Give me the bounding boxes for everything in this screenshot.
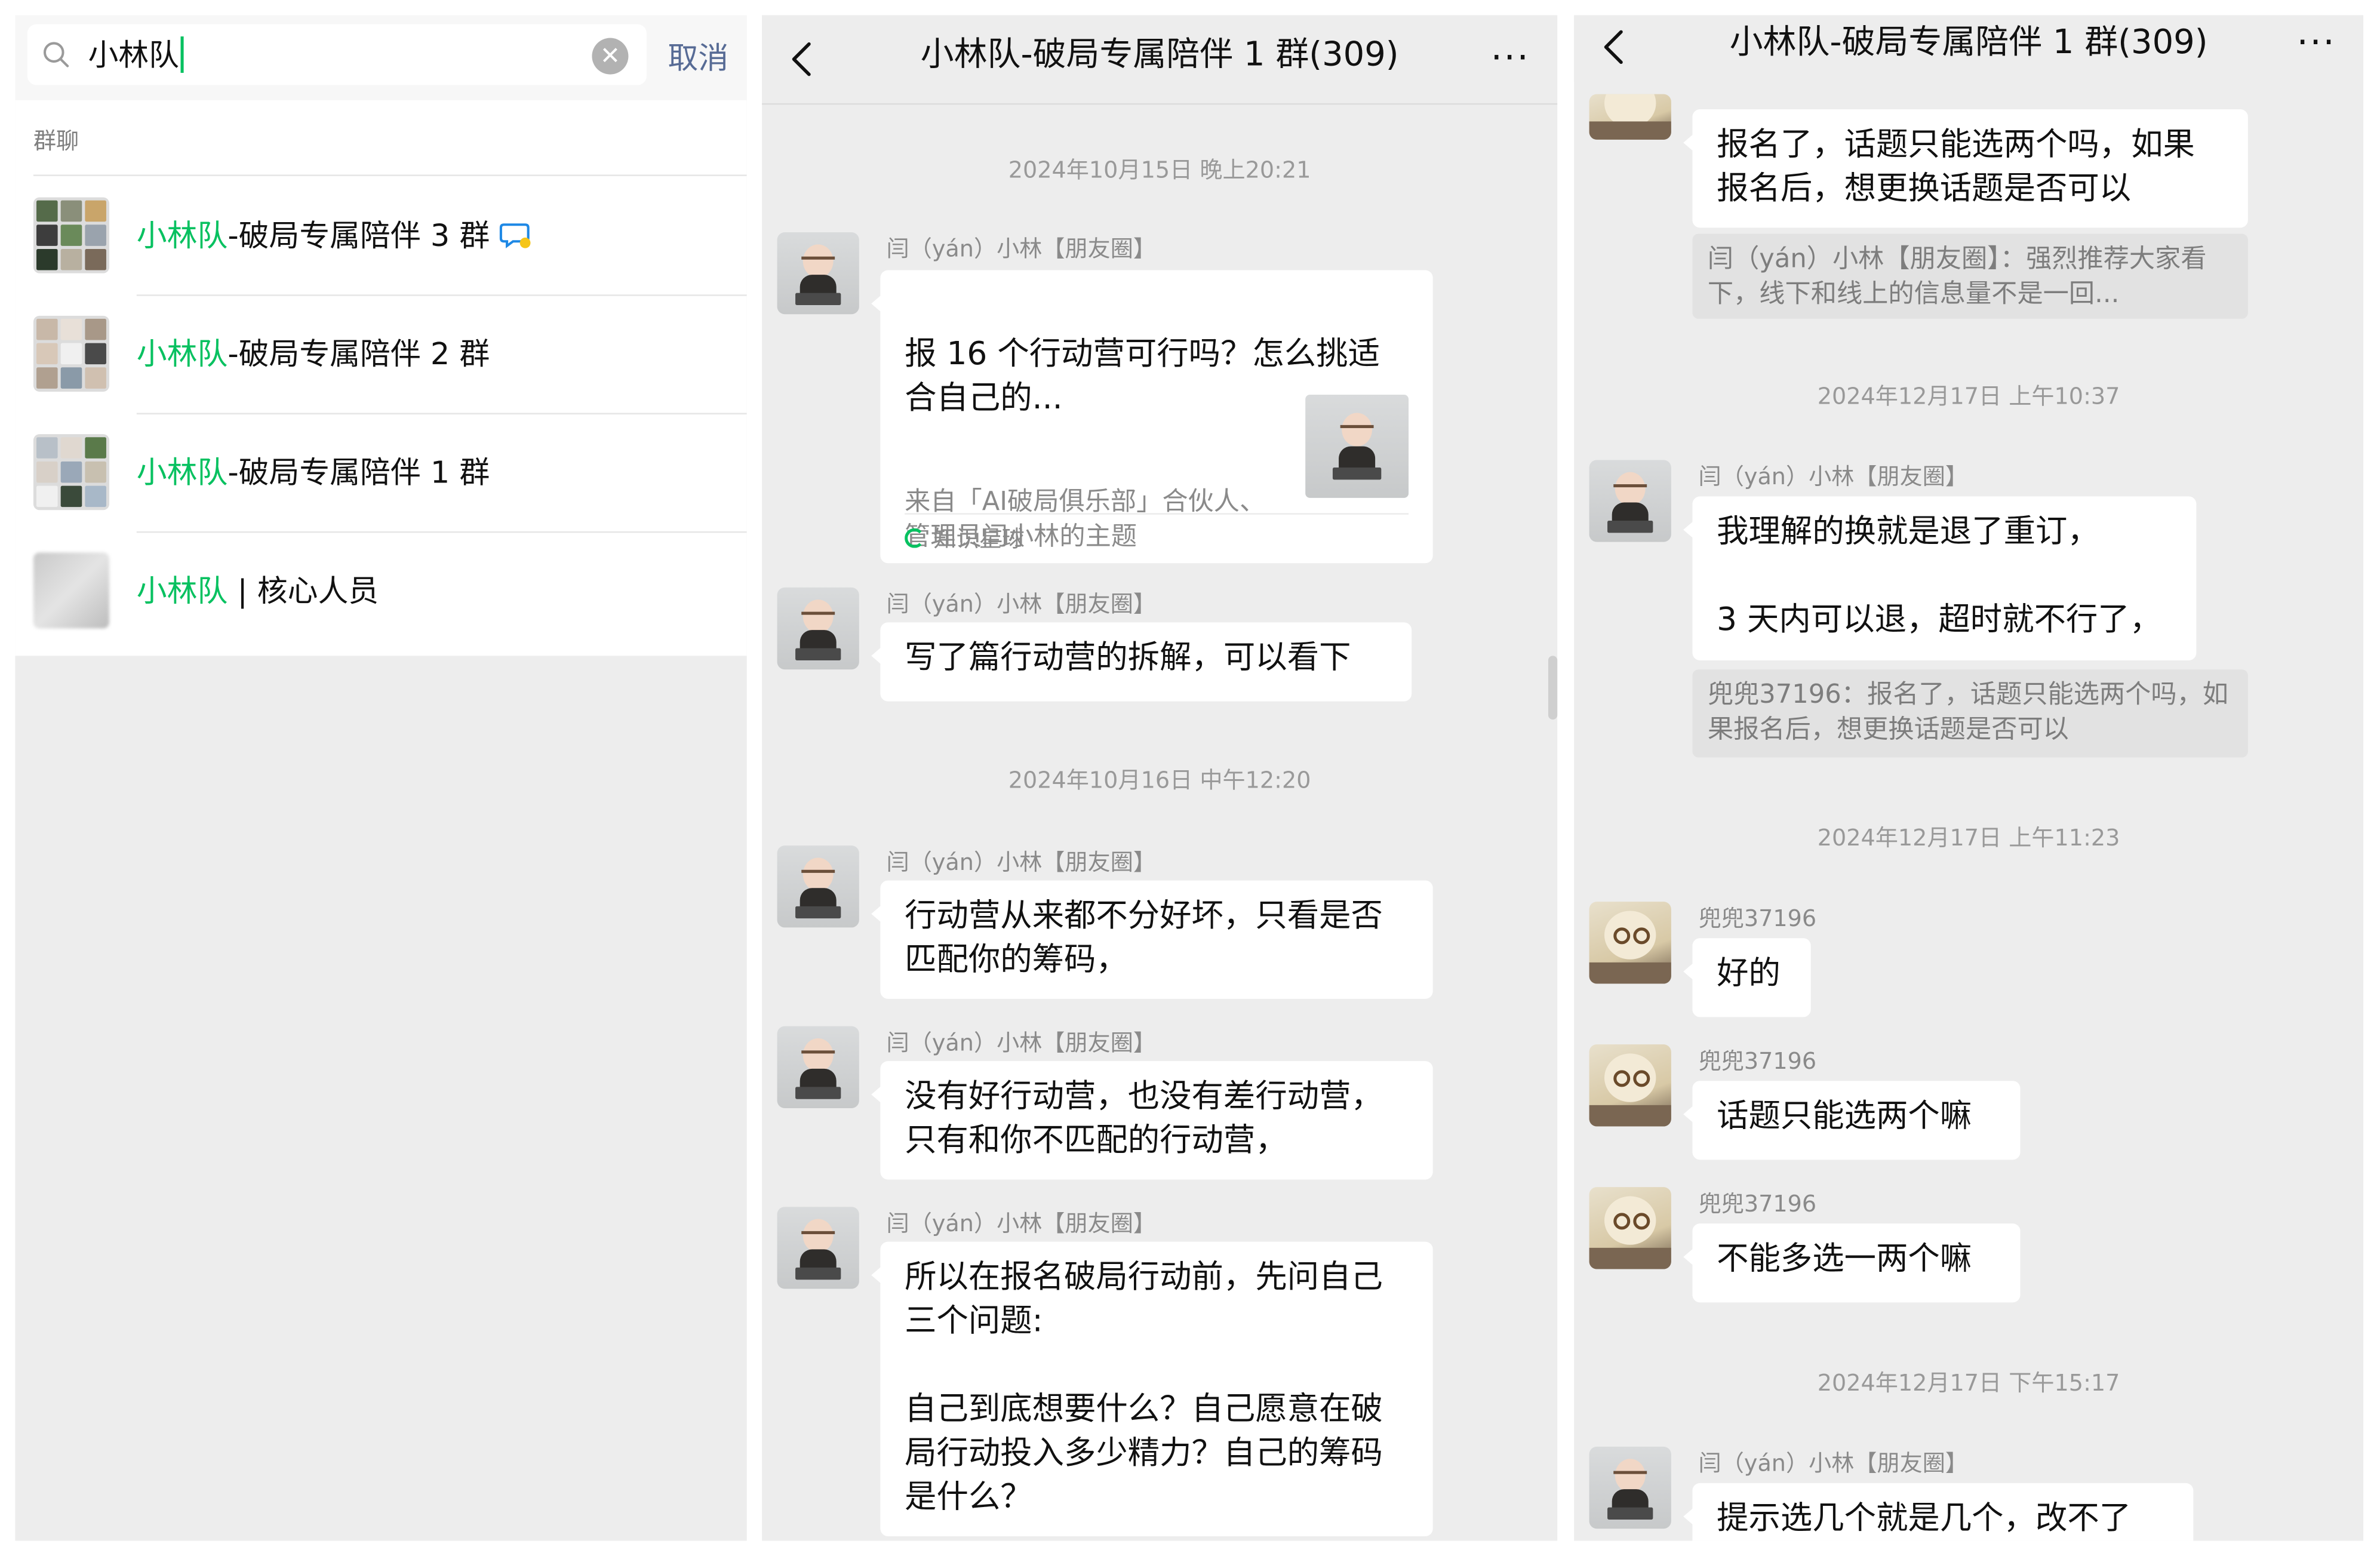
search-icon (43, 42, 69, 67)
avatar[interactable] (1589, 1446, 1671, 1529)
result-item[interactable]: 小林队 | 核心人员 (15, 533, 746, 651)
sender-name: 闫（yán）小林【朋友圈】 (886, 848, 1157, 876)
sender-name: 闫（yán）小林【朋友圈】 (886, 1210, 1157, 1238)
avatar[interactable] (777, 1207, 859, 1289)
group-avatar (33, 434, 110, 511)
chat-title: 小林队-破局专属陪伴 1 群(309) (920, 36, 1399, 75)
message-bubble[interactable]: 没有好行动营，也没有差行动营，只有和你不匹配的行动营， (871, 1061, 1433, 1180)
quoted-message[interactable]: 闫（yán）小林【朋友圈】：强烈推荐大家看下，线下和线上的信息量不是一回... (1692, 233, 2248, 319)
result-name: 小林队-破局专属陪伴 3 群 (137, 214, 533, 256)
sender-name: 兜兜37196 (1698, 905, 1817, 933)
timestamp: 2024年10月15日 晚上20:21 (1008, 156, 1311, 184)
divider (33, 174, 747, 176)
sender-name: 闫（yán）小林【朋友圈】 (886, 235, 1157, 263)
timestamp: 2024年12月17日 上午11:23 (1817, 824, 2120, 852)
clear-icon[interactable]: ✕ (592, 38, 629, 75)
sender-name: 闫（yán）小林【朋友圈】 (886, 1029, 1157, 1057)
avatar[interactable] (1589, 1187, 1671, 1269)
message-bubble[interactable]: 话题只能选两个嘛 (1683, 1081, 2021, 1160)
result-item[interactable]: 小林队-破局专属陪伴 1 群 (15, 414, 747, 533)
result-item[interactable]: 小林队-破局专属陪伴 2 群 (15, 296, 747, 415)
group-avatar (33, 552, 110, 629)
knowledge-planet-icon (905, 528, 925, 548)
link-card[interactable]: 报 16 个行动营可行吗？怎么挑适合自己的... 来自「AI破局俱乐部」合伙人、… (871, 270, 1433, 564)
message-bubble[interactable]: 我理解的换就是退了重订， 3 天内可以退，超时就不行了， (1683, 496, 2197, 660)
chat-header: 小林队-破局专属陪伴 1 群(309) ··· (762, 15, 1558, 105)
chat-panel: 小林队-破局专属陪伴 1 群(309) ··· 报名了，话题只能选两个吗，如果报… (1574, 15, 2364, 1541)
more-icon[interactable]: ··· (2296, 24, 2336, 61)
search-bar: 小林队 ✕ 取消 (15, 15, 747, 100)
sender-name: 兜兜37196 (1698, 1047, 1817, 1075)
avatar[interactable] (1589, 1044, 1671, 1127)
avatar[interactable] (1589, 902, 1671, 984)
search-input[interactable]: 小林队 ✕ (27, 24, 647, 85)
chat-panel: 小林队-破局专属陪伴 1 群(309) ··· 2024年10月15日 晚上20… (762, 15, 1558, 1541)
message-bubble[interactable]: 行动营从来都不分好坏，只看是否匹配你的筹码， (871, 880, 1433, 999)
timestamp: 2024年12月17日 上午10:37 (1817, 382, 2120, 410)
message-bubble[interactable]: 好的 (1683, 938, 1811, 1017)
result-name: 小林队 | 核心人员 (136, 572, 379, 609)
group-avatar (33, 197, 110, 273)
chat-title: 小林队-破局专属陪伴 1 群(309) (1729, 24, 2208, 63)
section-label-group-chats: 群聊 (33, 127, 79, 155)
avatar[interactable] (777, 1026, 859, 1108)
sender-name: 闫（yán）小林【朋友圈】 (1698, 1449, 1969, 1477)
search-query: 小林队 (88, 36, 179, 73)
more-icon[interactable]: ··· (1491, 39, 1530, 76)
quoted-message[interactable]: 兜兜37196：报名了，话题只能选两个吗，如果报名后，想更换话题是否可以 (1692, 669, 2248, 758)
chat-header: 小林队-破局专属陪伴 1 群(309) ··· (1574, 15, 2364, 82)
search-results: 群聊 小林队-破局专属陪伴 3 群 小林队-破局专属陪伴 2 群 小林队-破局专… (15, 100, 747, 656)
avatar[interactable] (1589, 460, 1671, 542)
avatar[interactable] (777, 232, 859, 315)
card-thumbnail (1305, 395, 1409, 498)
group-avatar (33, 315, 110, 392)
avatar[interactable] (777, 845, 859, 928)
message-bubble[interactable]: 提示选几个就是几个，改不了 (1683, 1483, 2194, 1541)
message-bubble[interactable]: 不能多选一两个嘛 (1683, 1223, 2021, 1303)
avatar[interactable] (777, 587, 859, 670)
timestamp: 2024年10月16日 中午12:20 (1008, 766, 1311, 794)
cancel-button[interactable]: 取消 (668, 33, 729, 78)
sender-name: 兜兜37196 (1698, 1190, 1817, 1218)
text-caret (180, 36, 184, 73)
card-source: 知识星球 (905, 513, 1409, 554)
scrollbar[interactable] (1548, 656, 1558, 720)
timestamp: 2024年12月17日 下午15:17 (1817, 1369, 2120, 1397)
message-bubble[interactable]: 写了篇行动营的拆解，可以看下 (871, 622, 1412, 702)
result-name: 小林队-破局专属陪伴 2 群 (136, 335, 490, 372)
search-panel: 小林队 ✕ 取消 群聊 小林队-破局专属陪伴 3 群 小林队-破局专属陪伴 2 … (15, 15, 747, 1541)
result-name: 小林队-破局专属陪伴 1 群 (136, 454, 490, 491)
result-item[interactable]: 小林队-破局专属陪伴 3 群 (15, 177, 747, 296)
avatar[interactable] (1589, 94, 1671, 140)
message-bubble[interactable]: 所以在报名破局行动前，先问自己三个问题: 自己到底想要什么？自己愿意在破局行动投… (871, 1241, 1433, 1536)
message-bubble[interactable]: 报名了，话题只能选两个吗，如果报名后，想更换话题是否可以 (1683, 109, 2248, 228)
sender-name: 闫（yán）小林【朋友圈】 (1698, 463, 1969, 491)
chat-bubble-icon (499, 223, 530, 248)
sender-name: 闫（yán）小林【朋友圈】 (886, 590, 1157, 618)
